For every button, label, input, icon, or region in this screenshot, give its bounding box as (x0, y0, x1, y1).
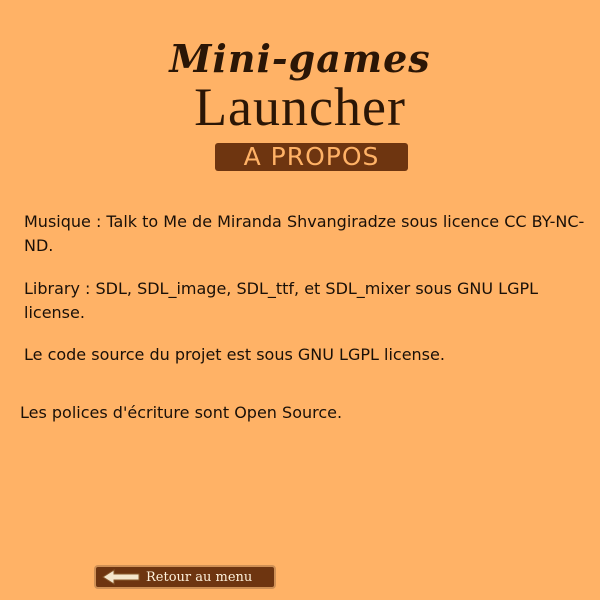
library-credit-text: Library : SDL, SDL_image, SDL_ttf, et SD… (24, 279, 539, 322)
fonts-license-text: Les polices d'écriture sont Open Source. (20, 403, 343, 422)
back-to-menu-button[interactable]: Retour au menu (94, 565, 276, 589)
section-title-banner: A PROPOS (215, 143, 408, 171)
app-title-main: Launcher (194, 77, 406, 137)
left-arrow-icon (102, 569, 140, 585)
app-title-top: Mini-games (169, 36, 431, 81)
back-to-menu-label: Retour au menu (146, 569, 253, 585)
source-license-text: Le code source du projet est sous GNU LG… (24, 345, 445, 364)
music-credit-text: Musique : Talk to Me de Miranda Shvangir… (24, 212, 585, 255)
